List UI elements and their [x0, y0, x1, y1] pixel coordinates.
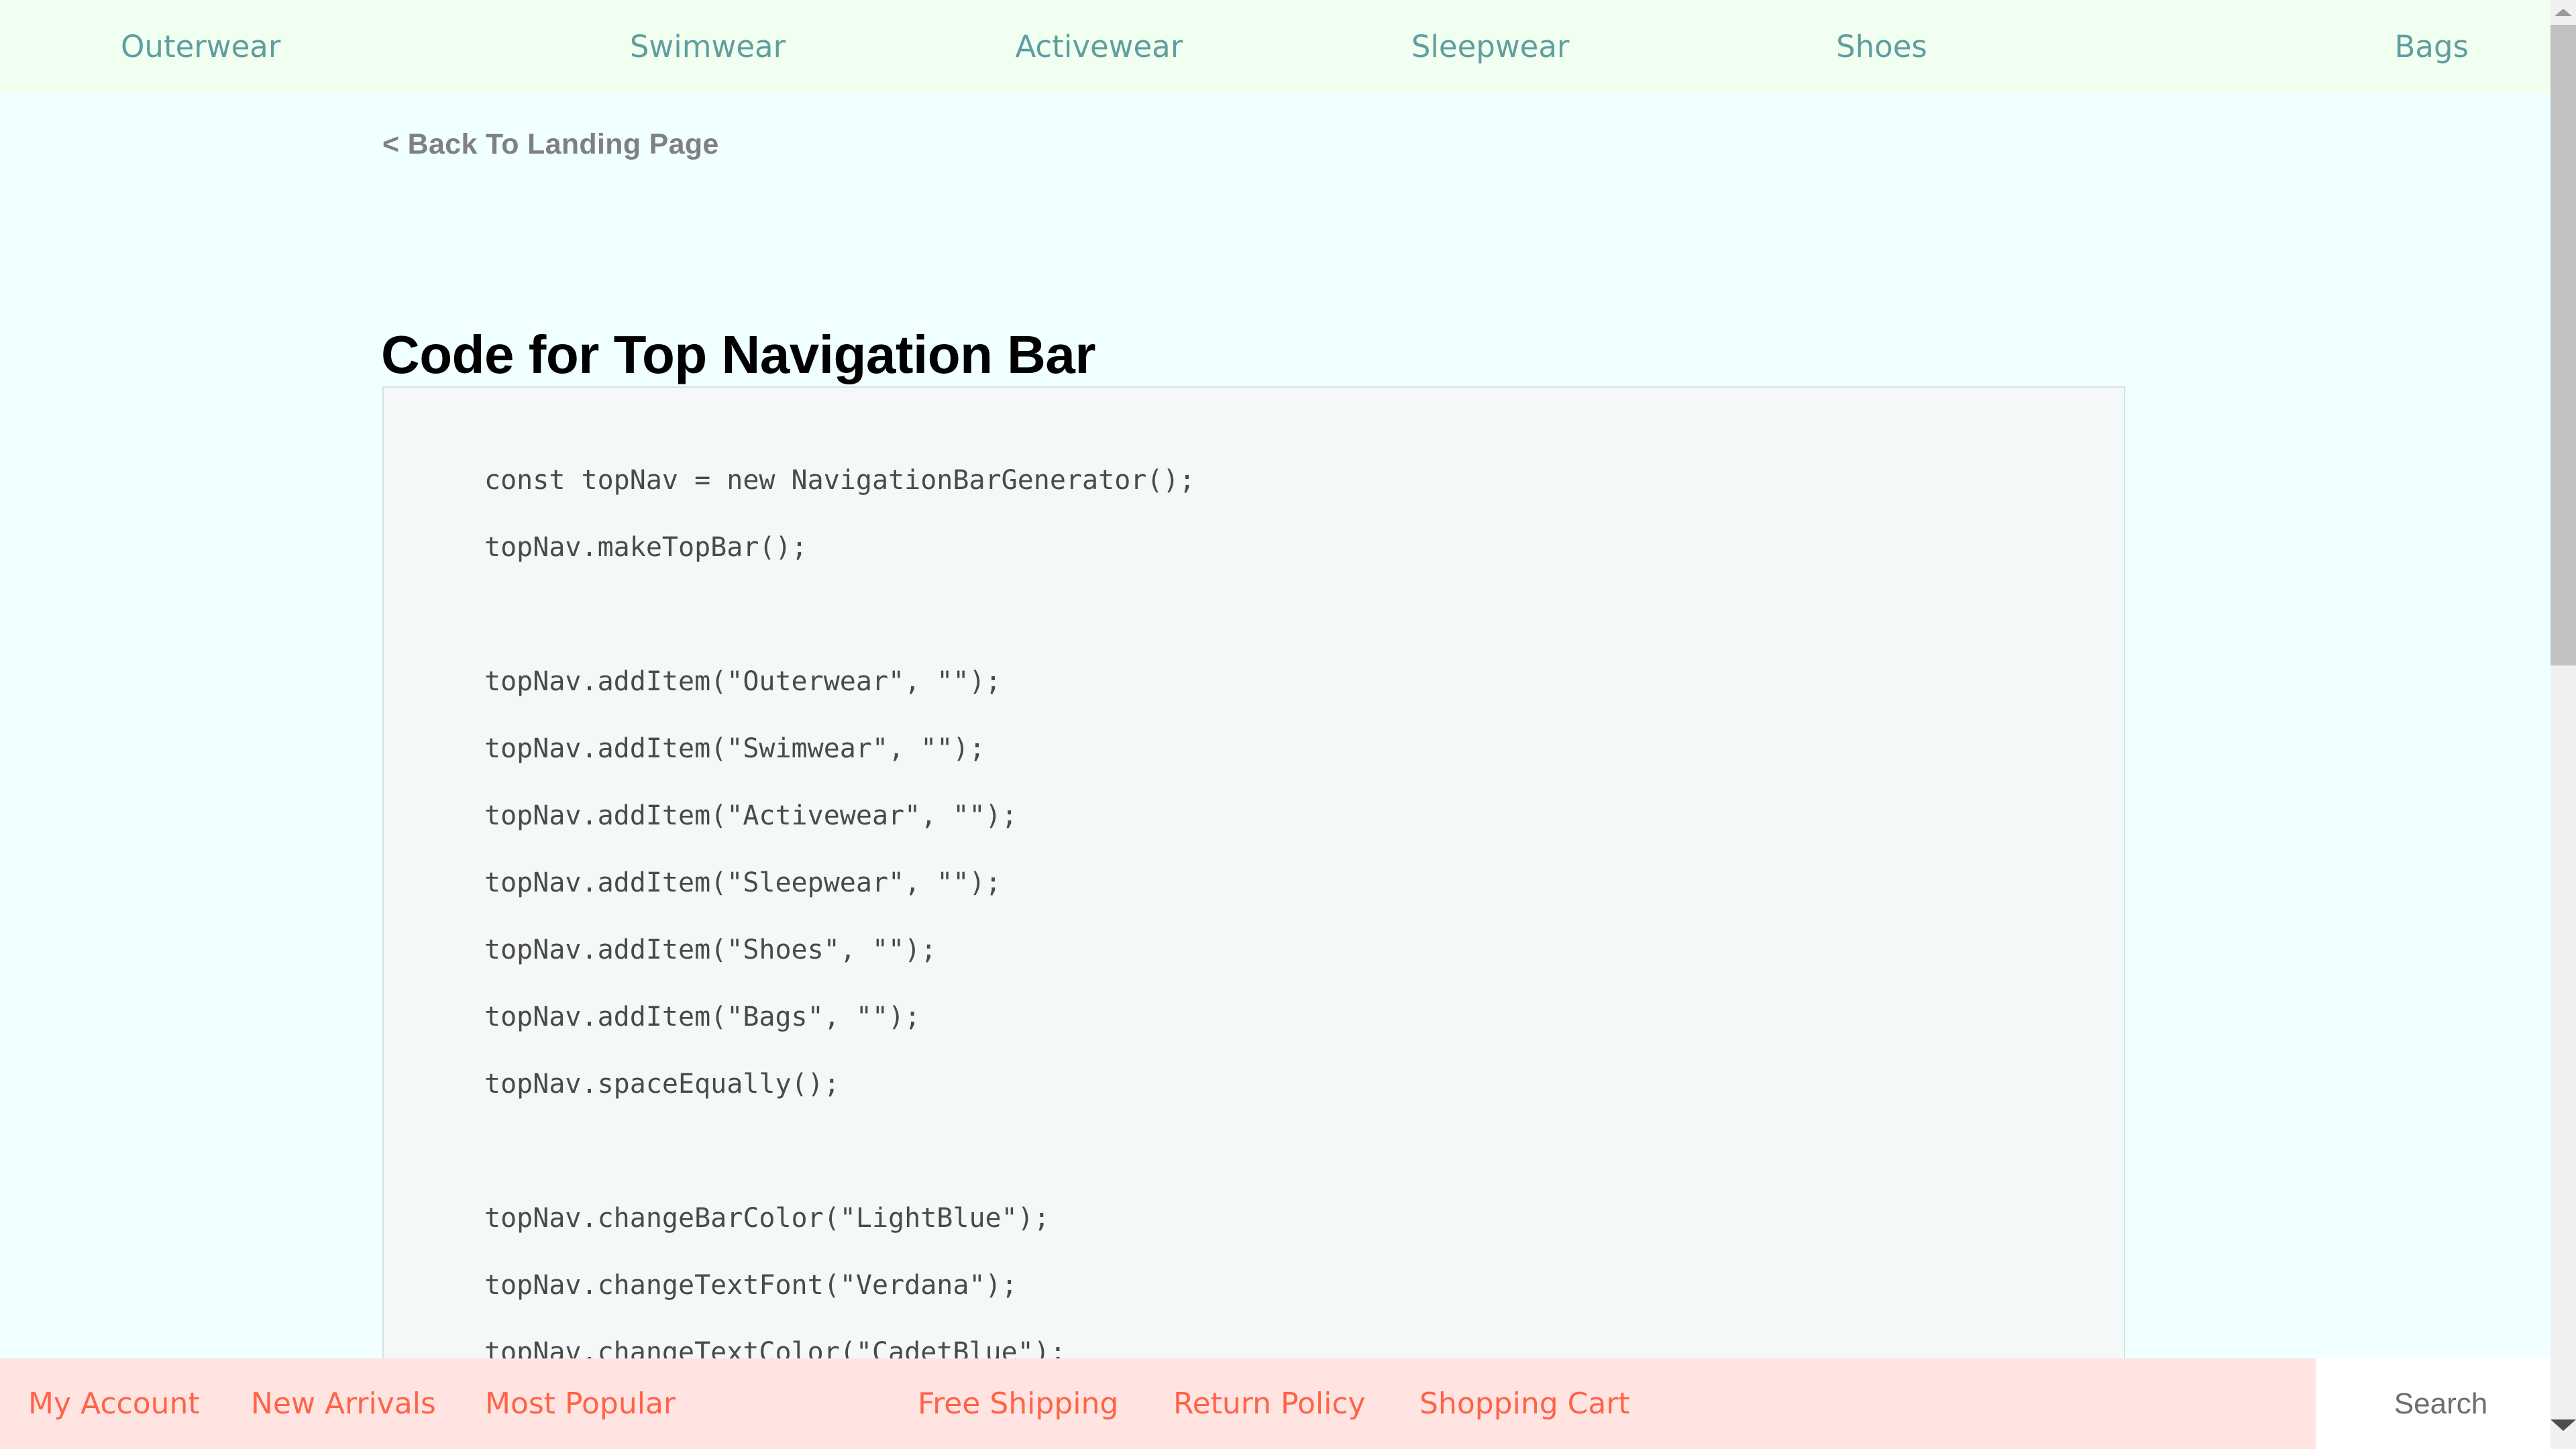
vertical-scrollbar[interactable]: [2551, 0, 2576, 1449]
footer-item-return-policy[interactable]: Return Policy: [1173, 1389, 1366, 1419]
footer-item-new-arrivals[interactable]: New Arrivals: [251, 1389, 436, 1419]
code-line: topNav.changeTextColor("CadetBlue");: [484, 1337, 1066, 1358]
nav-item-shoes[interactable]: Shoes: [1686, 32, 2077, 62]
footer-item-free-shipping[interactable]: Free Shipping: [918, 1389, 1118, 1419]
code-line: topNav.addItem("Swimwear", "");: [484, 733, 985, 764]
nav-item-swimwear[interactable]: Swimwear: [512, 32, 903, 62]
footer-bar: My Account New Arrivals Most Popular Fre…: [0, 1358, 2316, 1449]
chevron-down-icon[interactable]: [2551, 1419, 2576, 1431]
code-line: topNav.changeTextFont("Verdana");: [484, 1270, 1018, 1301]
code-line: topNav.addItem("Outerwear", "");: [484, 666, 1002, 697]
code-snippet-block: const topNav = new NavigationBarGenerato…: [382, 386, 2125, 1358]
nav-item-sleepwear[interactable]: Sleepwear: [1295, 32, 1686, 62]
nav-item-outerwear[interactable]: Outerwear: [60, 32, 512, 62]
chevron-up-icon[interactable]: [2555, 9, 2572, 16]
code-line: topNav.addItem("Sleepwear", "");: [484, 867, 1002, 898]
page-content: < Back To Landing Page Code for Top Navi…: [0, 93, 2566, 1358]
code-line: const topNav = new NavigationBarGenerato…: [484, 465, 1195, 496]
search-input[interactable]: [2316, 1358, 2566, 1449]
code-line: topNav.addItem("Activewear", "");: [484, 800, 1018, 831]
top-navigation-bar: Outerwear Swimwear Activewear Sleepwear …: [0, 0, 2566, 93]
code-line: topNav.makeTopBar();: [484, 532, 808, 563]
scrollbar-thumb[interactable]: [2551, 25, 2576, 665]
code-line: topNav.addItem("Bags", "");: [484, 1002, 921, 1032]
search-box[interactable]: [2316, 1358, 2566, 1449]
back-to-landing-page-link[interactable]: < Back To Landing Page: [382, 128, 719, 161]
code-line: topNav.changeBarColor("LightBlue");: [484, 1203, 1050, 1234]
code-line: topNav.spaceEqually();: [484, 1069, 840, 1099]
nav-item-bags[interactable]: Bags: [2078, 32, 2506, 62]
footer-item-shopping-cart[interactable]: Shopping Cart: [1419, 1389, 1630, 1419]
nav-item-activewear[interactable]: Activewear: [904, 32, 1295, 62]
code-line: topNav.addItem("Shoes", "");: [484, 934, 937, 965]
footer-item-my-account[interactable]: My Account: [28, 1389, 200, 1419]
page-title: Code for Top Navigation Bar: [381, 325, 1096, 384]
footer-item-most-popular[interactable]: Most Popular: [485, 1389, 676, 1419]
